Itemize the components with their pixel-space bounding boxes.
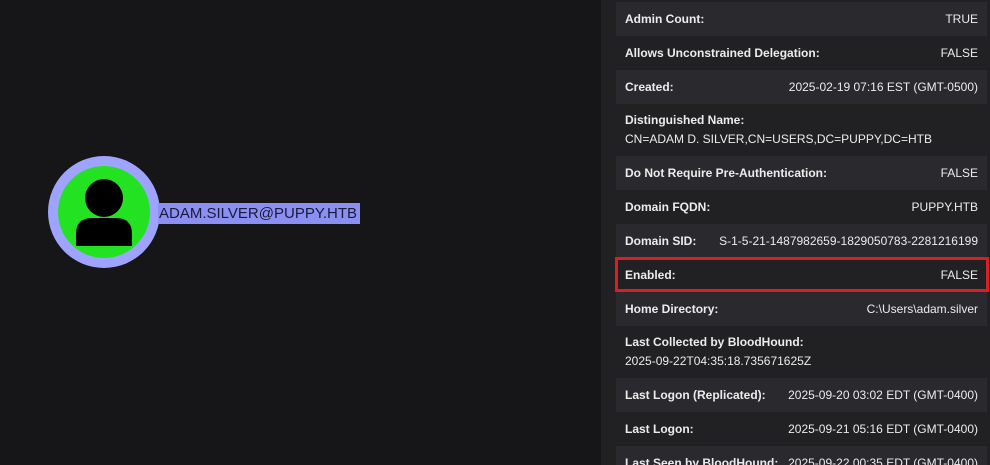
property-row-created: Created: 2025-02-19 07:16 EST (GMT-0500) [616,70,987,104]
property-row-home-directory: Home Directory: C:\Users\adam.silver [616,292,987,326]
property-value: PUPPY.HTB [911,200,978,214]
property-key: Home Directory: [625,302,719,316]
property-key: Domain SID: [625,234,697,248]
property-value: TRUE [945,12,978,26]
property-value: 2025-09-21 05:16 EDT (GMT-0400) [788,422,978,436]
property-value: 2025-09-20 03:02 EDT (GMT-0400) [788,388,978,402]
user-node[interactable] [48,156,160,268]
property-key: Distinguished Name: [625,113,745,127]
user-node-fill [58,166,150,258]
property-value: 2025-09-22T04:35:18.735671625Z [625,354,812,368]
property-value: FALSE [940,166,978,180]
property-key: Allows Unconstrained Delegation: [625,46,820,60]
properties-panel: Admin Count: TRUE Allows Unconstrained D… [601,0,990,465]
property-row-unconstrained-delegation: Allows Unconstrained Delegation: FALSE [616,36,987,70]
property-value: 2025-02-19 07:16 EST (GMT-0500) [788,80,978,94]
property-value: FALSE [940,46,978,60]
property-key: Last Logon: [625,422,694,436]
user-icon [76,179,132,246]
property-value: S-1-5-21-1487982659-1829050783-228121619… [719,234,978,248]
enabled-highlight-box [615,257,989,292]
property-row-last-collected: Last Collected by BloodHound: 2025-09-22… [616,326,987,378]
property-row-admin-count: Admin Count: TRUE [616,2,987,36]
property-key: Domain FQDN: [625,200,711,214]
property-value: 2025-09-22 00:35 EDT (GMT-0400) [788,456,978,465]
property-key: Last Logon (Replicated): [625,388,766,402]
user-node-label[interactable]: ADAM.SILVER@PUPPY.HTB [158,203,361,224]
property-row-domain-sid: Domain SID: S-1-5-21-1487982659-18290507… [616,224,987,258]
graph-canvas[interactable]: ADAM.SILVER@PUPPY.HTB [0,0,601,465]
property-value: C:\Users\adam.silver [866,302,978,316]
property-key: Created: [625,80,674,94]
property-value: CN=ADAM D. SILVER,CN=USERS,DC=PUPPY,DC=H… [625,132,932,146]
property-row-distinguished-name: Distinguished Name: CN=ADAM D. SILVER,CN… [616,104,987,156]
property-row-no-preauth: Do Not Require Pre-Authentication: FALSE [616,156,987,190]
property-key: Last Collected by BloodHound: [625,335,804,349]
property-row-domain-fqdn: Domain FQDN: PUPPY.HTB [616,190,987,224]
property-key: Last Seen by BloodHound: [625,456,779,465]
property-row-last-logon: Last Logon: 2025-09-21 05:16 EDT (GMT-04… [616,412,987,446]
property-row-last-logon-replicated: Last Logon (Replicated): 2025-09-20 03:0… [616,378,987,412]
property-row-last-seen: Last Seen by BloodHound: 2025-09-22 00:3… [616,446,987,465]
property-key: Do Not Require Pre-Authentication: [625,166,828,180]
property-key: Admin Count: [625,12,705,26]
